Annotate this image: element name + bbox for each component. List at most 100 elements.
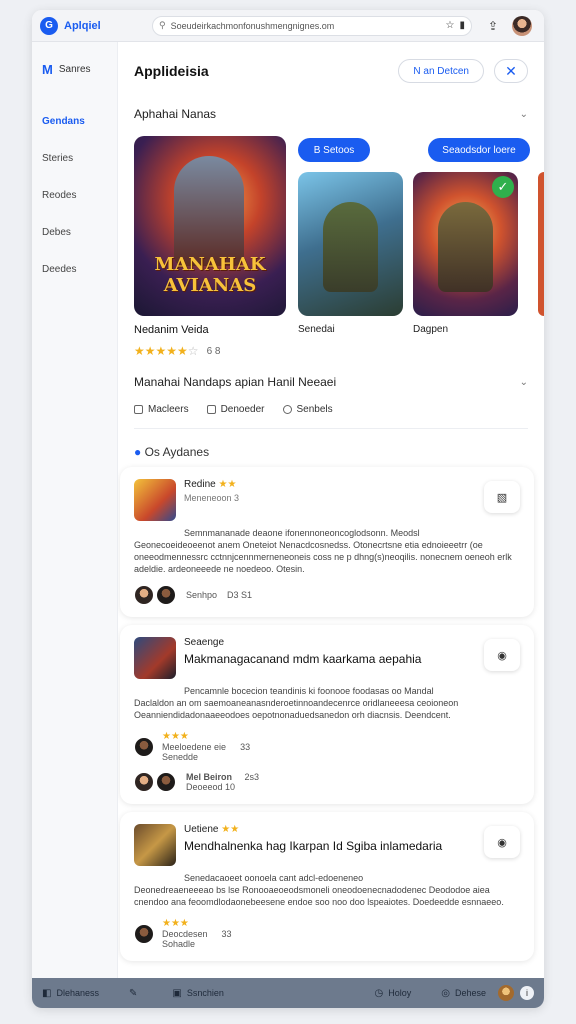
- extension-icon[interactable]: ▮: [459, 20, 465, 31]
- review-body: Semnmananade deaone ifonennoneoncoglodso…: [134, 527, 520, 575]
- section-label: Aphahai Nanas: [134, 107, 217, 121]
- url-text: Soeudeirkachmonfonushmengnignes.om: [170, 20, 335, 31]
- seaodsdor-button[interactable]: Seaodsdor loere: [428, 138, 530, 162]
- review-card[interactable]: Redine ★★ Meneneoon 3 ▧ Semnmananade dea…: [120, 467, 534, 617]
- star-empty-icon: ☆: [187, 344, 199, 358]
- reviews-heading: ● Os Aydanes: [118, 435, 544, 459]
- review-footer: Senhpo D3 S1: [134, 585, 520, 605]
- avatar[interactable]: [134, 772, 154, 792]
- filter-label: Macleers: [148, 403, 189, 415]
- sidebar-item-reodes[interactable]: Reodes: [32, 177, 117, 214]
- review-text: Deonedreaeneeeao bs lse Ronooaeoeodsmone…: [134, 885, 504, 907]
- footer-subtitle: Deoeeod 10: [186, 782, 236, 792]
- review-card[interactable]: Uetiene ★★ Mendhalnenka hag Ikarpan Id S…: [120, 812, 534, 961]
- review-lead: Senedacaoeet oonoela cant adcl-edoeneneo: [184, 873, 364, 883]
- game-title: Dagpen: [413, 324, 449, 335]
- review-reply: ★★★ Deocdesen Sohadle 33: [134, 918, 520, 949]
- star-icon: ★★★★★: [134, 344, 188, 358]
- reply-stars: ★★★: [162, 918, 189, 929]
- share-icon[interactable]: ⇪: [488, 19, 498, 33]
- filter-label: Senbels: [296, 403, 333, 415]
- hero-figure-image: [174, 156, 244, 266]
- taskbar-item-ssnchien[interactable]: ▣ Ssnchien: [172, 988, 223, 999]
- search-icon: ⚲: [159, 20, 166, 30]
- section-header[interactable]: Aphahai Nanas ⌄: [118, 100, 544, 128]
- filter-option-macleers[interactable]: Macleers: [134, 404, 189, 415]
- sidebar-item-gendans[interactable]: Gendans: [32, 103, 117, 140]
- app-window: G Aplqiel ⚲ Soeudeirkachmonfonushmengnig…: [32, 10, 544, 1008]
- taskbar-item-holoy[interactable]: ◷ Holoy: [374, 988, 411, 999]
- taskbar-label: Dehese: [454, 988, 486, 998]
- avatar[interactable]: [498, 985, 514, 1001]
- soldier-figure-image: [323, 202, 378, 292]
- filter-option-denoeder[interactable]: Denoeder: [206, 403, 265, 415]
- avatar[interactable]: [134, 585, 154, 605]
- review-body: Senedacaoeet oonoela cant adcl-edoeneneo…: [134, 872, 520, 908]
- taskbar-label: Ssnchien: [186, 988, 224, 998]
- reply-stars: ★★★: [162, 731, 189, 742]
- tool-icon: ✎: [128, 987, 138, 999]
- avatar-chip-icon[interactable]: ◉: [484, 639, 520, 671]
- main-panel: Applideisia N an Detcen ✕ Aphahai Nanas …: [118, 42, 544, 978]
- sidebar-item-deedes[interactable]: Deedes: [32, 251, 117, 288]
- sidebar: M Sanres Gendans Steries Reodes Debes De…: [32, 42, 118, 978]
- brand-logo-icon: M: [42, 62, 53, 77]
- checkbox[interactable]: [134, 404, 143, 414]
- review-reply: ★★★ Meeloedene eie Senedde 33: [134, 731, 520, 762]
- url-bar[interactable]: ⚲ Soeudeirkachmonfonushmengnignes.om ☆ ▮: [152, 15, 472, 36]
- filter-option-senbels[interactable]: Senbels: [282, 403, 333, 415]
- taskbar-item-tool[interactable]: ✎: [129, 988, 142, 999]
- info-icon[interactable]: i: [520, 986, 534, 1000]
- chevron-down-icon[interactable]: ⌄: [520, 109, 528, 120]
- avatar[interactable]: [512, 15, 533, 36]
- avatar[interactable]: [134, 736, 154, 757]
- review-stars: ★★: [221, 824, 240, 835]
- windows-icon: ◧: [42, 987, 52, 999]
- filter-label: Denoeder: [220, 403, 265, 415]
- review-card[interactable]: Seaenge Makmanagacanand mdm kaarkama aep…: [120, 625, 534, 804]
- reply-subtitle: Sohadle: [162, 939, 196, 949]
- avatar-chip-icon[interactable]: ◉: [484, 826, 520, 858]
- radio-button[interactable]: [282, 404, 292, 414]
- filter-section-header[interactable]: Manahai Nandaps apian Hanil Neeaei ⌄: [118, 368, 544, 396]
- image-icon[interactable]: ▧: [484, 481, 520, 513]
- review-subtitle: Meneneoon 3: [184, 493, 240, 503]
- setoos-button[interactable]: B Setoos: [298, 138, 370, 162]
- avatar[interactable]: [134, 923, 154, 944]
- close-button[interactable]: ✕: [494, 59, 528, 83]
- game-thumbnail[interactable]: [134, 637, 176, 679]
- app-logo-icon[interactable]: G: [40, 16, 58, 35]
- sidebar-title: Sanres: [58, 64, 91, 75]
- bottom-taskbar: ◧ Dlehaness ✎ ▣ Ssnchien ◷ Holoy ◎ Dehese i: [32, 978, 544, 1008]
- filter-section-label: Manahai Nandaps apian Hanil Neeaei: [134, 375, 337, 389]
- app-icon: ▣: [172, 987, 182, 999]
- avatar[interactable]: [156, 772, 176, 792]
- panel-header: Applideisia N an Detcen ✕: [118, 42, 544, 100]
- sidebar-item-debes[interactable]: Debes: [32, 214, 117, 251]
- settings-icon: ◎: [441, 987, 450, 999]
- game-card[interactable]: ✓: [413, 172, 518, 316]
- chevron-down-icon[interactable]: ⌄: [520, 377, 528, 388]
- game-thumbnail[interactable]: [134, 479, 176, 521]
- game-gallery: MANAHAK AVIANAS B Setoos Seaodsdor loere…: [118, 128, 544, 368]
- taskbar-item-dehese[interactable]: ◎ Dehese: [441, 988, 486, 999]
- sidebar-item-steries[interactable]: Steries: [32, 140, 117, 177]
- review-footer: Mel Beiron 2s3 Deoeeod 10: [134, 772, 520, 792]
- footer-count: 2s3: [244, 772, 260, 782]
- review-lead: Pencamnle bocecion teandinis ki foonooe …: [184, 686, 434, 696]
- game-card[interactable]: [298, 172, 403, 316]
- checkbox[interactable]: [206, 404, 216, 414]
- game-thumbnail[interactable]: [134, 824, 176, 866]
- header-action-button[interactable]: N an Detcen: [398, 59, 484, 83]
- avatar[interactable]: [156, 585, 176, 605]
- review-body: Pencamnle bocecion teandinis ki foonooe …: [134, 685, 520, 721]
- featured-game-card[interactable]: MANAHAK AVIANAS: [134, 136, 286, 316]
- reviewer-name: Redine: [184, 479, 216, 490]
- browser-toolbar: G Aplqiel ⚲ Soeudeirkachmonfonushmengnig…: [32, 10, 544, 42]
- reviews-heading-text: Os Aydanes: [144, 445, 210, 459]
- taskbar-item-dlehaness[interactable]: ◧ Dlehaness: [42, 988, 99, 999]
- star-icon[interactable]: ☆: [446, 20, 455, 31]
- game-card-partial[interactable]: [538, 172, 544, 316]
- clock-icon: ◷: [374, 987, 384, 999]
- reply-name: Deocdesen: [162, 929, 208, 939]
